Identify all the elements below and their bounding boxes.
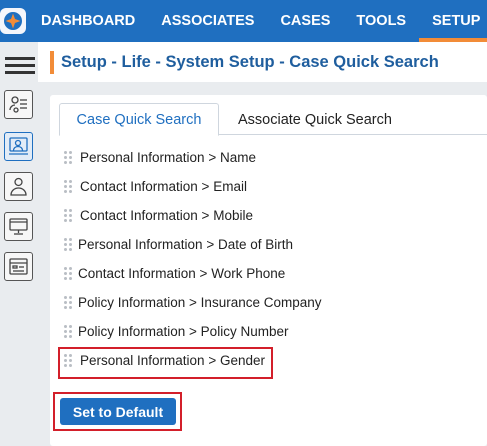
list-item[interactable]: Policy Information > Policy Number (64, 319, 288, 343)
list-item[interactable]: Personal Information > Name (64, 145, 284, 169)
nav-tools[interactable]: TOOLS (343, 0, 419, 42)
list-item-label: Contact Information > Work Phone (78, 265, 286, 281)
app-logo[interactable] (0, 0, 26, 42)
page-title: Setup - Life - System Setup - Case Quick… (61, 53, 439, 71)
nav-cases[interactable]: CASES (267, 0, 343, 42)
list-item-label: Contact Information > Mobile (80, 207, 253, 223)
drag-handle-icon[interactable] (64, 266, 72, 280)
browser-window-icon[interactable] (4, 252, 33, 281)
list-item[interactable]: Contact Information > Mobile (64, 203, 284, 227)
nav-associates[interactable]: ASSOCIATES (148, 0, 267, 42)
main-nav: DASHBOARD ASSOCIATES CASES TOOLS SETUP (26, 0, 487, 42)
nav-dashboard[interactable]: DASHBOARD (26, 0, 148, 42)
list-item[interactable]: Policy Information > Insurance Company (64, 290, 322, 314)
list-item[interactable]: Contact Information > Work Phone (64, 261, 286, 285)
drag-handle-icon[interactable] (64, 208, 74, 222)
list-item[interactable]: Personal Information > Date of Birth (64, 232, 293, 256)
left-sidebar (0, 42, 38, 446)
list-item-label: Personal Information > Name (80, 149, 256, 165)
drag-handle-icon[interactable] (64, 150, 74, 164)
computer-icon[interactable] (4, 212, 33, 241)
nav-setup[interactable]: SETUP (419, 0, 487, 42)
top-navigation-bar: DASHBOARD ASSOCIATES CASES TOOLS SETUP (0, 0, 487, 42)
gender-row-highlight (58, 347, 273, 379)
tab-associate-quick-search[interactable]: Associate Quick Search (238, 103, 392, 136)
drag-handle-icon[interactable] (64, 179, 74, 193)
monitor-user-icon[interactable] (4, 132, 33, 161)
list-item-label: Personal Information > Date of Birth (78, 236, 293, 252)
hamburger-menu-icon[interactable] (5, 54, 35, 76)
title-accent-bar (50, 51, 54, 74)
list-item-label: Policy Information > Insurance Company (78, 294, 322, 310)
drag-handle-icon[interactable] (64, 295, 72, 309)
drag-handle-icon[interactable] (64, 324, 72, 338)
list-item[interactable]: Contact Information > Email (64, 174, 284, 198)
person-icon[interactable] (4, 172, 33, 201)
page-header: Setup - Life - System Setup - Case Quick… (38, 42, 487, 82)
list-item-label: Policy Information > Policy Number (78, 323, 289, 339)
tab-case-quick-search[interactable]: Case Quick Search (59, 103, 219, 136)
set-to-default-button[interactable]: Set to Default (60, 398, 176, 425)
tab-bar: Case Quick Search Associate Quick Search (59, 103, 487, 136)
star-logo-icon (0, 8, 26, 34)
list-item-label: Contact Information > Email (80, 178, 247, 194)
user-settings-icon[interactable] (4, 90, 33, 119)
drag-handle-icon[interactable] (64, 237, 72, 251)
